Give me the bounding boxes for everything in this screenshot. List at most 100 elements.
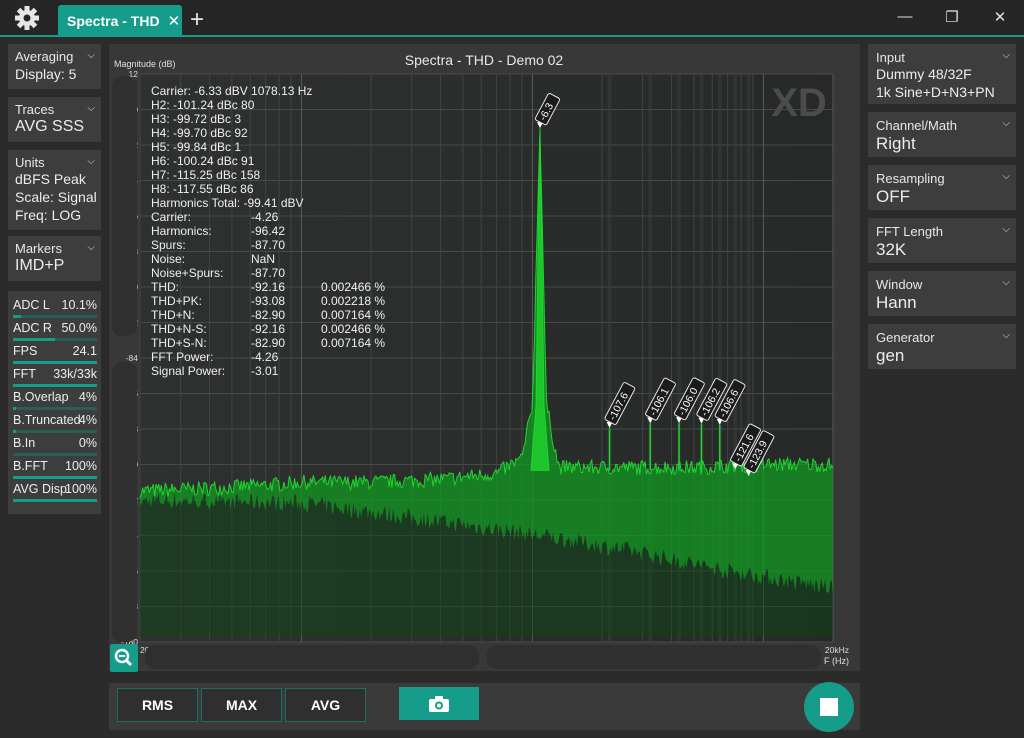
input-title: Input [876,50,905,65]
stat-value: 100% [65,482,97,496]
measurement-value: -4.26 [251,210,279,224]
stat-row: B.In 0% [13,436,97,456]
traces-panel[interactable]: Traces ⌵ AVG SSS [8,97,101,142]
stat-bar-track [13,315,97,318]
averaging-value: Display: 5 [15,66,77,82]
stat-value: 0% [78,436,97,450]
gear-icon[interactable] [12,4,42,32]
window-title: Window [876,277,923,292]
y-axis-label: Magnitude (dB) [114,59,176,69]
resampling-title: Resampling [876,171,945,186]
stat-value: 100% [65,459,97,473]
zoom-button[interactable] [110,644,138,672]
fft-length-title: FFT Length [876,224,943,239]
stat-label: FFT [13,367,36,381]
measurement-value: -87.70 [251,238,286,252]
zoom-out-icon [114,648,133,667]
y-scrollbar-bottom[interactable] [112,362,137,642]
stat-value: 33k/33k [53,367,97,381]
measurement-percent: 0.007164 % [321,308,386,322]
measurement-value: -4.26 [251,350,279,364]
channel-math-panel[interactable]: Channel/Math ⌵ Right [868,112,1016,157]
measurement-value: -82.90 [251,308,286,322]
stat-bar-fill [13,499,97,502]
rms-button[interactable]: RMS [117,688,198,722]
stat-row: FFT 33k/33k [13,367,97,387]
measurement-name: Spurs: [151,238,186,252]
stop-icon [820,698,838,716]
minimize-icon[interactable]: — [890,8,920,25]
averaging-title: Averaging [15,49,74,64]
markers-panel[interactable]: Markers ⌵ IMD+P [8,236,101,281]
stat-label: ADC L [13,298,50,312]
x-scrollbar-right[interactable] [487,645,821,669]
stat-bar-fill [13,338,55,341]
resampling-panel[interactable]: Resampling ⌵ OFF [868,165,1016,210]
add-tab-icon[interactable]: + [190,6,204,34]
xd-logo: XD [771,81,827,125]
stat-bar-fill [13,315,22,318]
stat-bar-fill [13,384,97,387]
stat-bar-fill [13,361,97,364]
snapshot-button[interactable] [399,687,479,720]
measurement-line: H4: -99.70 dBc 92 [151,126,248,140]
measurement-line: H5: -99.84 dBc 1 [151,140,242,154]
input-panel[interactable]: Input ⌵ Dummy 48/32F 1k Sine+D+N3+PN [868,44,1016,104]
fft-length-panel[interactable]: FFT Length ⌵ 32K [868,218,1016,263]
chevron-down-icon: ⌵ [1002,118,1010,129]
markers-title: Markers [15,241,62,256]
measurement-value: -93.08 [251,294,286,308]
units-title: Units [15,155,45,170]
chevron-down-icon: ⌵ [1002,224,1010,235]
measurement-name: Noise+Spurs: [151,266,224,280]
resampling-value: OFF [876,187,910,206]
averaging-panel[interactable]: Averaging ⌵ Display: 5 [8,44,101,89]
close-window-icon[interactable]: ✕ [985,8,1015,26]
measurement-name: Signal Power: [151,364,226,378]
stat-row: ADC L 10.1% [13,298,97,318]
channel-math-value: Right [876,134,916,153]
channel-math-title: Channel/Math [876,118,957,133]
markers-value: IMD+P [15,257,65,274]
stat-label: FPS [13,344,38,358]
units-line1: dBFS Peak [15,171,86,187]
measurement-name: THD+N: [151,308,195,322]
stat-label: B.FFT [13,459,48,473]
restore-icon[interactable]: ❐ [937,8,967,26]
stop-button[interactable] [804,682,854,732]
measurement-line: H2: -101.24 dBc 80 [151,98,255,112]
input-value-2: 1k Sine+D+N3+PN [876,84,995,100]
measurement-percent: 0.002466 % [321,322,386,336]
window-value: Hann [876,293,917,312]
units-panel[interactable]: Units ⌵ dBFS Peak Scale: Signal Freq: LO… [8,150,101,230]
stat-row: FPS 24.1 [13,344,97,364]
measurement-line: H6: -100.24 dBc 91 [151,154,255,168]
stat-row: B.Overlap 4% [13,390,97,410]
chart-title: Spectra - THD - Demo 02 [405,52,564,68]
max-button[interactable]: MAX [201,688,282,722]
spectrum-chart-panel: -6.3 -107.6 -106.1 -106.0 -106.2 -106.6 -121.6… [109,44,860,672]
stat-value: 4% [78,413,97,427]
generator-panel[interactable]: Generator ⌵ gen [868,324,1016,369]
y-scrollbar-top[interactable] [112,76,137,336]
close-tab-icon[interactable]: ✕ [168,12,181,30]
measurement-name: THD+N-S: [151,322,207,336]
x-scrollbar-left[interactable] [145,645,479,669]
chevron-down-icon: ⌵ [87,50,95,61]
stat-bar-track [13,430,97,433]
window-panel[interactable]: Window ⌵ Hann [868,271,1016,316]
avg-button[interactable]: AVG [285,688,366,722]
tab-label: Spectra - THD [67,12,160,29]
measurement-value: -82.90 [251,336,286,350]
tab-spectra-thd[interactable]: Spectra - THD ✕ [58,5,182,36]
stat-value: 10.1% [61,298,97,312]
stat-bar-track [13,453,97,456]
stat-label: ADC R [13,321,52,335]
measurement-line: H7: -115.25 dBc 158 [151,168,261,182]
units-line2: Scale: Signal [15,189,97,205]
stat-value: 24.1 [72,344,97,358]
stat-label: B.Overlap [13,390,69,404]
measurement-value: -87.70 [251,266,286,280]
chevron-down-icon: ⌵ [1002,171,1010,182]
measurement-value: -3.01 [251,364,279,378]
